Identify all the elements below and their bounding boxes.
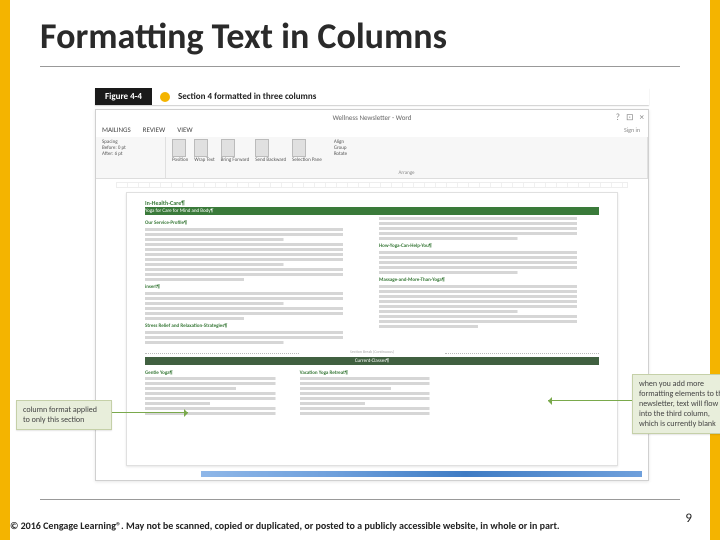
figure-caption: Section 4 formatted in three columns (178, 91, 316, 102)
page-number: 9 (685, 511, 692, 526)
window-controls: ? ⊡ × (616, 112, 644, 123)
slide-title: Formatting Text in Columns (40, 14, 447, 58)
slide-body: Formatting Text in Columns Figure 4-4 Se… (10, 0, 710, 540)
column-left: Our Service-Profile¶ insert¶ Stress Reli… (145, 217, 365, 346)
rotate-button[interactable]: Rotate (334, 151, 347, 157)
section-break-marker: Section Break (Continuous) (145, 350, 599, 355)
section-three-columns: Gentle Yoga¶ Vacation Yoga Retreat¶ (145, 367, 599, 417)
ribbon-group-spacing: Spacing Before: 0 pt After: 6 pt (96, 137, 166, 178)
footer-text: © 2016 Cengage Learning®. May not be sca… (10, 519, 670, 532)
col3-1-head: Gentle Yoga¶ (145, 370, 290, 376)
callout-right-arrow (548, 400, 632, 401)
doc-title: In-Health-Care¶ (145, 199, 599, 207)
figure-dot-icon (160, 92, 170, 102)
left-note: insert¶ (145, 284, 365, 291)
figure-header: Figure 4-4 Section 4 formatted in three … (95, 88, 649, 105)
col3-2-head: Vacation Yoga Retreat¶ (300, 370, 445, 376)
right-heading-b: Massage-and-More-Than-Yoga¶ (379, 277, 599, 284)
col3-3-blank (454, 367, 599, 417)
send-backward-icon[interactable] (255, 139, 269, 157)
bring-forward-icon[interactable] (221, 139, 235, 157)
doc-subtitle-bar: Yoga for Care for Mind and Body¶ (145, 207, 599, 215)
horizontal-scrollbar[interactable] (201, 471, 642, 477)
figure-container: Figure 4-4 Section 4 formatted in three … (95, 88, 649, 484)
send-label: Send Backward (255, 157, 286, 163)
after-label: After: (102, 151, 114, 157)
title-rule (40, 66, 680, 67)
wrap-text-icon[interactable] (194, 139, 208, 157)
slide-left-stripe (0, 0, 10, 540)
bring-label: Bring Forward (221, 157, 250, 163)
right-heading-a: How-Yoga-Can-Help-You¶ (379, 243, 599, 250)
left-heading-a: Our Service-Profile¶ (145, 220, 365, 227)
callout-left: column format applied to only this secti… (16, 400, 112, 430)
document-page: In-Health-Care¶ Yoga for Care for Mind a… (126, 192, 618, 466)
callout-right: when you add more formatting elements to… (632, 374, 720, 434)
footer-rule (40, 499, 680, 500)
tab-view[interactable]: VIEW (177, 125, 192, 134)
section-two-columns: Our Service-Profile¶ insert¶ Stress Reli… (145, 217, 599, 346)
window-title: Wellness Newsletter - Word (96, 110, 648, 125)
selection-label: Selection Pane (292, 157, 322, 163)
callout-left-arrow (112, 412, 188, 413)
col3-1: Gentle Yoga¶ (145, 367, 290, 417)
tab-review[interactable]: REVIEW (143, 125, 166, 134)
ribbon: Spacing Before: 0 pt After: 6 pt Positio… (96, 137, 648, 179)
section4-heading-bar: Current·Classes¶ (145, 357, 599, 365)
selection-pane-icon[interactable] (292, 139, 306, 157)
restore-icon[interactable]: ⊡ (626, 112, 634, 123)
ribbon-tabs: MAILINGS REVIEW VIEW (102, 125, 193, 134)
close-icon[interactable]: × (640, 112, 644, 123)
tab-mailings[interactable]: MAILINGS (102, 125, 131, 134)
sign-in-link[interactable]: Sign in (624, 126, 640, 134)
position-label: Position (172, 157, 188, 163)
position-icon[interactable] (172, 139, 186, 157)
figure-number: Figure 4-4 (95, 88, 152, 105)
help-icon[interactable]: ? (616, 112, 620, 123)
wrap-label: Wrap Text (194, 157, 214, 163)
horizontal-ruler[interactable] (116, 182, 628, 188)
word-window: Wellness Newsletter - Word ? ⊡ × Sign in… (95, 109, 649, 481)
column-right: How-Yoga-Can-Help-You¶ Massage-and-More-… (379, 217, 599, 346)
ribbon-group-arrange: Position Wrap Text Bring Forward Se (166, 137, 648, 178)
slide-right-stripe (710, 0, 720, 540)
after-value[interactable]: 6 pt (115, 151, 123, 157)
col3-2: Vacation Yoga Retreat¶ (300, 367, 445, 417)
left-heading-b: Stress Relief and Relaxation-Strategies¶ (145, 323, 365, 330)
group-label-arrange: Arrange (172, 170, 641, 176)
